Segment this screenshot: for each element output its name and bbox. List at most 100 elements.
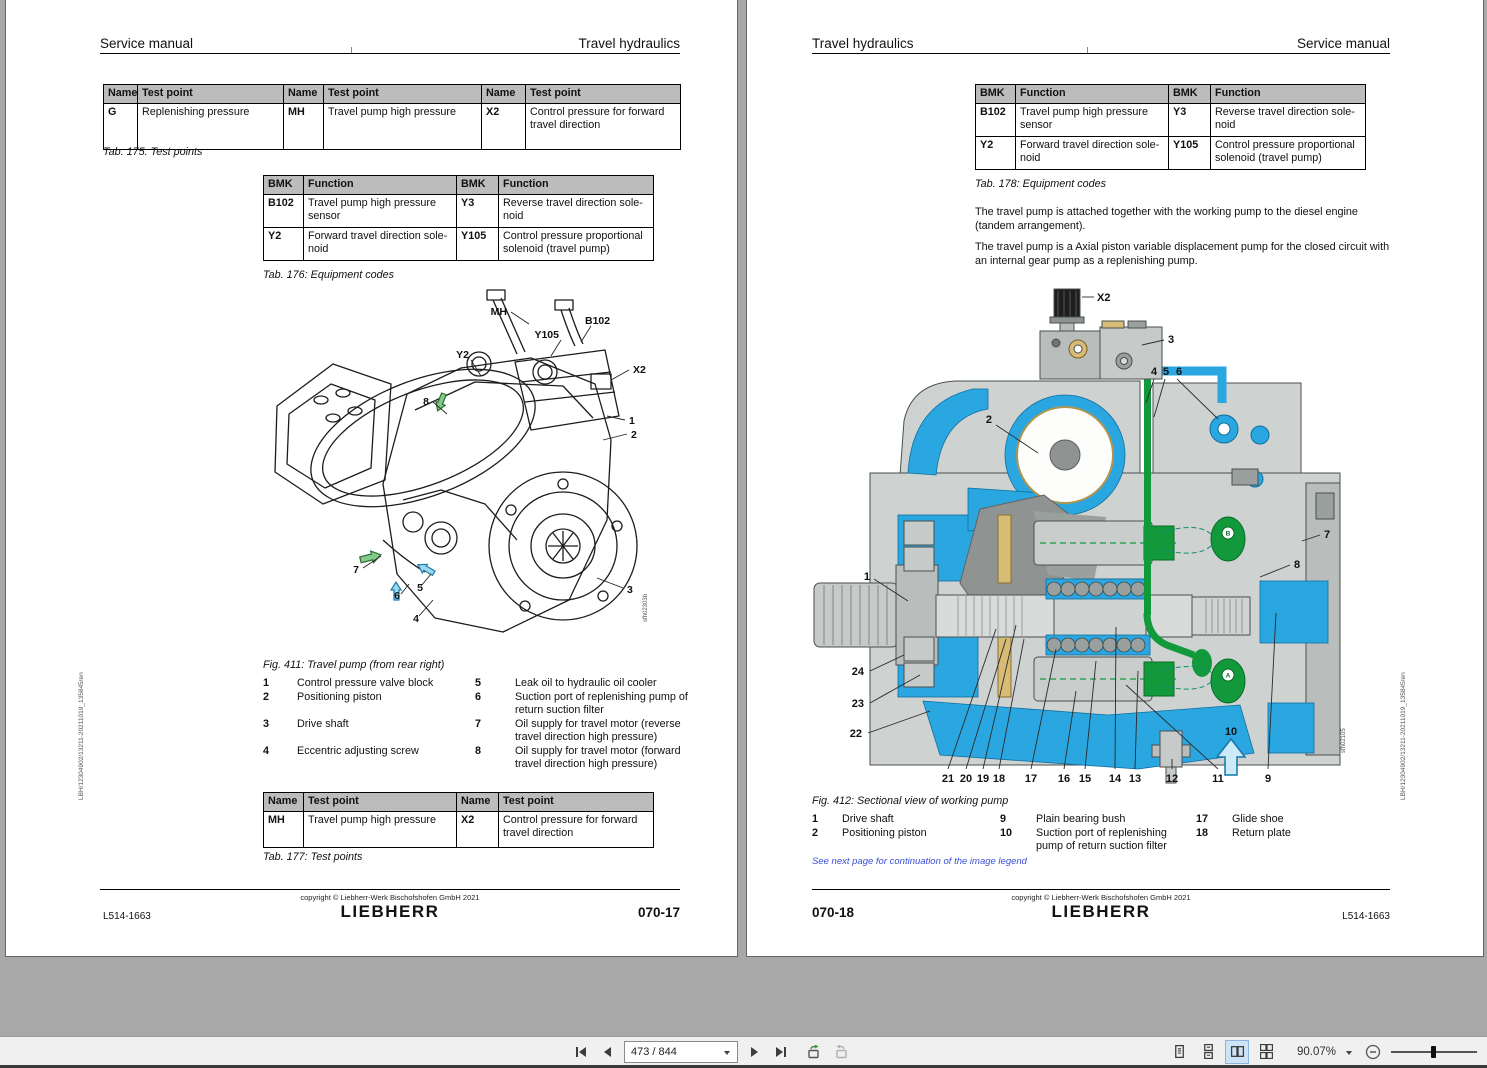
legend-text: Plain bearing bush	[1036, 813, 1196, 826]
page-number-combo[interactable]	[624, 1041, 738, 1063]
header-cell: BMK	[457, 176, 499, 195]
fig412-callout-13: 13	[1129, 773, 1141, 785]
document-code: L514-1663	[1267, 911, 1390, 922]
next-page-button[interactable]	[743, 1041, 765, 1063]
fig412-callout-1: 1	[864, 571, 870, 583]
legend-text: Oil supply for travel motor (reverse tra…	[515, 718, 693, 744]
fig412-callout-5: 5	[1163, 366, 1169, 378]
header-cell: Test point	[526, 85, 681, 104]
zoom-out-button[interactable]	[1362, 1041, 1384, 1063]
fig412-port-marker-a: A	[1226, 673, 1231, 680]
test-points-table-175: Name Test point Name Test point Name Tes…	[103, 84, 681, 150]
zoom-level-value[interactable]: 90.07%	[1284, 1046, 1336, 1058]
fig412-callout-15: 15	[1079, 773, 1091, 785]
two-page-layout-button[interactable]	[1226, 1041, 1248, 1063]
last-page-icon	[774, 1045, 788, 1059]
manual-page-left: Service manual Travel hydraulics Name Te…	[5, 0, 738, 957]
cell: Forward travel direction sole­noid	[1016, 137, 1169, 170]
fig412-callout-12: 12	[1166, 773, 1178, 785]
legend-text: Positioning piston	[297, 691, 475, 717]
header-cell: Test point	[138, 85, 284, 104]
fig412-callout-21: 21	[942, 773, 954, 785]
pdf-viewer: { "viewer": { "toolbar": { "page_input":…	[0, 0, 1487, 1068]
previous-view-button[interactable]	[803, 1041, 825, 1063]
manual-page-right: Travel hydraulics Service manual BMK Fun…	[746, 0, 1484, 957]
previous-view-icon	[806, 1045, 822, 1059]
cell: MH	[264, 812, 304, 848]
legend-number: 8	[475, 745, 515, 771]
fig412-legend: 1 Drive shaft 9 Plain bearing bush 17 Gl…	[812, 813, 1352, 853]
legend-text: Return plate	[1232, 827, 1352, 853]
zoom-caret-icon[interactable]	[1343, 1046, 1355, 1058]
last-page-button[interactable]	[770, 1041, 792, 1063]
fig412-callout-2: 2	[986, 414, 992, 426]
cell: X2	[457, 812, 499, 848]
zoom-slider[interactable]	[1391, 1045, 1477, 1059]
equipment-codes-table-178: BMK Function BMK Function B102 Travel pu…	[975, 84, 1366, 170]
cell: B102	[264, 195, 304, 228]
legend-number: 7	[475, 718, 515, 744]
body-paragraph: The travel pump is attached together wit…	[975, 205, 1393, 234]
pdf-toolbar: 90.07%	[0, 1036, 1487, 1066]
next-view-button[interactable]	[830, 1041, 852, 1063]
equipment-codes-table-176: BMK Function BMK Function B102 Travel pu…	[263, 175, 654, 261]
page-combo-caret-icon[interactable]	[721, 1046, 733, 1058]
cell: Y3	[1169, 104, 1211, 137]
fig411-callout-x2: X2	[633, 364, 646, 376]
legend-number: 18	[1196, 827, 1232, 853]
fig411-callout-y105: Y105	[534, 329, 559, 341]
legend-number: 9	[1000, 813, 1036, 826]
first-page-button[interactable]	[570, 1041, 592, 1063]
first-page-icon	[574, 1045, 588, 1059]
header-cell: Test point	[499, 793, 654, 812]
print-reference-code: LBH/12304902/13211-20211019_135845/en	[78, 672, 85, 800]
header-cell: BMK	[264, 176, 304, 195]
footer-rule	[100, 889, 680, 890]
page-number-input[interactable]	[625, 1046, 721, 1058]
two-page-continuous-layout-icon	[1259, 1044, 1274, 1059]
header-right: Service manual	[1116, 36, 1390, 51]
fig411-callout-8: 8	[423, 396, 429, 408]
continuous-layout-button[interactable]	[1197, 1041, 1219, 1063]
header-rule	[812, 53, 1390, 54]
previous-page-button[interactable]	[597, 1041, 619, 1063]
fig412-callout-14: 14	[1109, 773, 1122, 785]
fig412-callout-10: 10	[1225, 726, 1237, 738]
cell: Control pressure proportional solenoid (…	[1211, 137, 1366, 170]
fig411-callout-2: 2	[631, 429, 637, 441]
table-caption: Tab. 177: Test points	[263, 851, 362, 863]
fig411-callout-3: 3	[627, 584, 633, 596]
single-page-layout-button[interactable]	[1168, 1041, 1190, 1063]
two-page-continuous-layout-button[interactable]	[1255, 1041, 1277, 1063]
fig411-callout-y2: Y2	[456, 349, 469, 361]
zoom-out-icon	[1365, 1044, 1381, 1060]
cell: B102	[976, 104, 1016, 137]
cell: Travel pump high pressure	[304, 812, 457, 848]
legend-continuation-link[interactable]: See next page for continuation of the im…	[812, 856, 1027, 867]
legend-number: 5	[475, 677, 515, 690]
cell: Forward travel direction sole­noid	[304, 228, 457, 261]
fig411-image-code: sfh02303b	[643, 593, 649, 622]
zoom-slider-handle[interactable]	[1431, 1046, 1436, 1058]
cell: Y3	[457, 195, 499, 228]
cell: Travel pump high pressure sensor	[1016, 104, 1169, 137]
next-page-icon	[747, 1045, 761, 1059]
table-caption: Tab. 176: Equipment codes	[263, 269, 394, 281]
legend-number: 4	[263, 745, 297, 771]
legend-text: Eccentric adjusting screw	[297, 745, 475, 771]
cell: Y2	[264, 228, 304, 261]
legend-number: 1	[812, 813, 842, 826]
fig412-callout-24: 24	[852, 666, 865, 678]
page-number: 070-18	[812, 905, 854, 920]
fig411-callout-5: 5	[417, 582, 423, 594]
liebherr-logo: LIEBHERR	[200, 902, 580, 922]
cell: Control pressure for forward travel dire…	[526, 104, 681, 150]
two-page-layout-icon	[1230, 1044, 1245, 1059]
cell: Y2	[976, 137, 1016, 170]
header-cell: Name	[284, 85, 324, 104]
header-left: Travel hydraulics	[812, 36, 914, 51]
fig412-callout-22: 22	[850, 728, 862, 740]
fig411-callout-mh: MH	[491, 306, 507, 318]
header-cell: Name	[482, 85, 526, 104]
header-cell: Name	[264, 793, 304, 812]
